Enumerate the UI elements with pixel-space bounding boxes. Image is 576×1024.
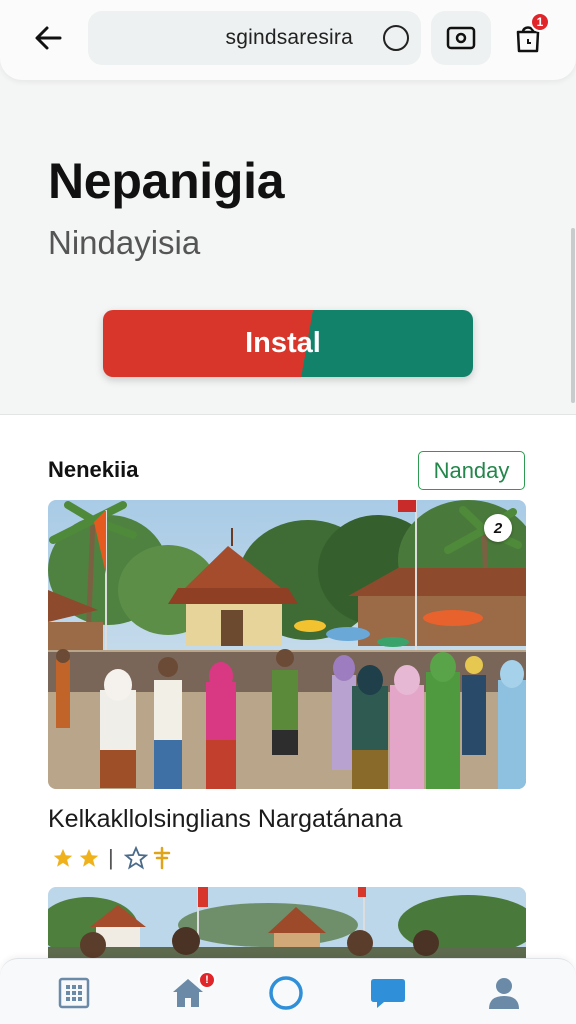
nav-profile[interactable] (484, 973, 524, 1013)
nav-home[interactable]: ! (168, 971, 216, 1013)
home-badge: ! (198, 971, 216, 989)
cross-symbol-icon (153, 846, 170, 870)
top-bar: sgindsaresira 1 (0, 0, 576, 80)
cart-button[interactable]: 1 (500, 11, 556, 65)
user-icon (489, 978, 519, 1009)
scrollbar-thumb[interactable] (571, 228, 575, 403)
install-button-label: Instal (245, 327, 321, 359)
page-subtitle: Nindayisia (48, 224, 201, 261)
photo-count-badge: 2 (484, 514, 512, 542)
event-photo[interactable]: 2 (48, 500, 526, 789)
chat-bubble-icon (371, 979, 405, 1008)
card-title[interactable]: Kelkakllolsinglians Nargatánana (48, 805, 402, 834)
rating-separator: | (108, 845, 114, 870)
cart-badge: 1 (530, 12, 550, 32)
calendar-grid-icon (58, 977, 90, 1009)
ring-icon (269, 976, 303, 1010)
install-button[interactable]: Instal (103, 310, 473, 377)
star-rating: | (52, 845, 172, 871)
search-query-text: sgindsaresira (225, 26, 353, 49)
circle-icon[interactable] (383, 25, 409, 51)
back-arrow-icon (35, 26, 62, 50)
nav-calendar[interactable] (54, 973, 94, 1013)
camera-button[interactable] (431, 11, 491, 65)
section-tag[interactable]: Nanday (418, 451, 525, 490)
bottom-navigation: ! (0, 958, 576, 1024)
content-section: Nenekiia Nanday 2 Kelkakllolsinglians Na… (0, 414, 576, 1024)
nav-messages[interactable] (368, 973, 408, 1013)
star-filled-icon (53, 848, 73, 867)
star-outline-icon (123, 846, 148, 870)
back-button[interactable] (28, 20, 68, 56)
star-filled-icon (79, 848, 99, 867)
camera-icon (446, 26, 476, 50)
page-title: Nepanigia (48, 153, 285, 209)
section-title: Nenekiia (48, 457, 139, 482)
nav-refresh[interactable] (266, 973, 306, 1013)
village-gathering-image (48, 500, 526, 789)
search-bar[interactable]: sgindsaresira (88, 11, 421, 65)
